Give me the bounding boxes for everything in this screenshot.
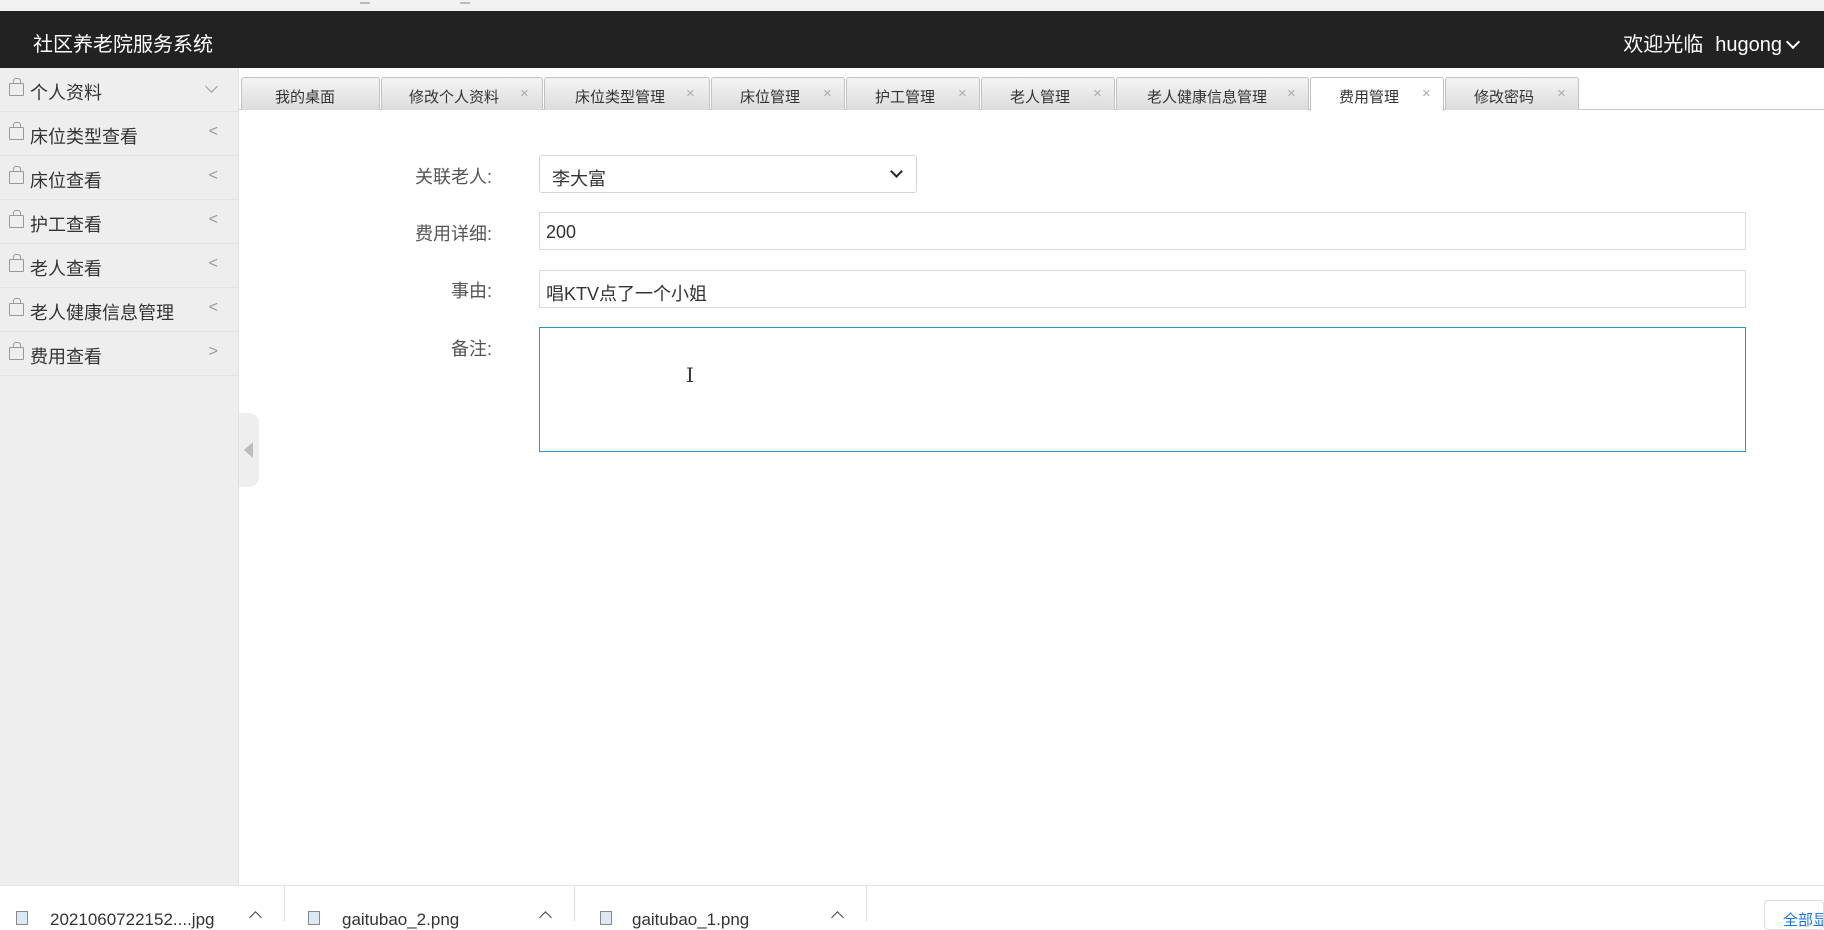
- bag-icon: [9, 254, 24, 272]
- download-filename: 2021060722152....jpg: [50, 910, 215, 929]
- sidebar-item-elder[interactable]: 老人查看 <: [0, 244, 238, 288]
- sidebar-item-bed-type[interactable]: 床位类型查看 <: [0, 112, 238, 156]
- chevron-up-icon[interactable]: [249, 911, 262, 924]
- chevron-down-icon: [205, 80, 218, 93]
- chevron-up-icon[interactable]: [831, 911, 844, 924]
- chevron-right-icon: >: [208, 343, 218, 360]
- top-strip-fragment: [460, 0, 470, 4]
- tab-health-manage[interactable]: 老人健康信息管理 ×: [1116, 77, 1309, 110]
- tab-bar: 我的桌面 修改个人资料 × 床位类型管理 × 床位管理 × 护工管理 × 老人管…: [239, 68, 1824, 111]
- app-header: 社区养老院服务系统 欢迎光临 hugong: [0, 11, 1824, 68]
- elder-select[interactable]: 李大富: [539, 155, 917, 193]
- close-icon[interactable]: ×: [823, 85, 832, 102]
- download-item[interactable]: 2021060722152....jpg: [0, 886, 285, 929]
- browser-top-strip: [0, 0, 1824, 11]
- bag-icon: [9, 298, 24, 316]
- download-filename: gaitubao_2.png: [342, 910, 460, 929]
- chevron-left-icon: <: [208, 167, 218, 184]
- sidebar-item-label: 费用查看: [30, 347, 102, 367]
- sidebar-item-health[interactable]: 老人健康信息管理 <: [0, 288, 238, 332]
- download-bar: 2021060722152....jpg gaitubao_2.png gait…: [0, 885, 1824, 930]
- username: hugong: [1715, 34, 1782, 56]
- welcome-text: 欢迎光临: [1623, 34, 1704, 56]
- close-icon[interactable]: ×: [1422, 85, 1431, 102]
- image-file-icon: [16, 911, 28, 925]
- tab-caregiver-manage[interactable]: 护工管理 ×: [846, 77, 980, 110]
- download-item[interactable]: gaitubao_1.png: [580, 886, 867, 929]
- fee-field-label: 费用详细:: [414, 224, 492, 244]
- reason-input[interactable]: 唱KTV点了一个小姐: [539, 270, 1746, 308]
- close-icon[interactable]: ×: [1287, 85, 1296, 102]
- sidebar-item-profile[interactable]: 个人资料: [0, 68, 238, 112]
- remark-textarea[interactable]: [539, 327, 1746, 452]
- tab-desktop[interactable]: 我的桌面: [241, 77, 380, 110]
- sidebar-item-label: 护工查看: [30, 215, 102, 235]
- text-cursor-icon: I: [686, 363, 694, 387]
- bag-icon: [9, 78, 24, 96]
- reason-value: 唱KTV点了一个小姐: [546, 284, 708, 304]
- reason-field-label: 事由:: [450, 281, 492, 301]
- chevron-left-icon: <: [208, 123, 218, 140]
- user-menu[interactable]: 欢迎光临 hugong: [1623, 28, 1801, 57]
- chevron-left-icon: <: [208, 255, 218, 272]
- close-icon[interactable]: ×: [1557, 85, 1566, 102]
- close-icon[interactable]: ×: [686, 85, 695, 102]
- tab-edit-profile[interactable]: 修改个人资料 ×: [381, 77, 543, 110]
- bag-icon: [9, 122, 24, 140]
- sidebar-item-bed[interactable]: 床位查看 <: [0, 156, 238, 200]
- sidebar-item-label: 床位类型查看: [30, 127, 138, 147]
- elder-field-label: 关联老人:: [414, 167, 492, 187]
- show-all-downloads-button[interactable]: 全部显示: [1764, 900, 1824, 930]
- close-icon[interactable]: ×: [958, 85, 967, 102]
- bag-icon: [9, 166, 24, 184]
- chevron-left-icon: <: [208, 211, 218, 228]
- sidebar-item-label: 床位查看: [30, 171, 102, 191]
- sidebar-item-label: 老人健康信息管理: [30, 303, 174, 323]
- download-filename: gaitubao_1.png: [632, 910, 750, 929]
- tab-elder-manage[interactable]: 老人管理 ×: [981, 77, 1115, 110]
- triangle-left-icon: [244, 442, 253, 458]
- tab-bed-manage[interactable]: 床位管理 ×: [711, 77, 845, 110]
- sidebar-item-label: 老人查看: [30, 259, 102, 279]
- bag-icon: [9, 210, 24, 228]
- tab-change-password[interactable]: 修改密码 ×: [1445, 77, 1579, 110]
- tab-fee-manage[interactable]: 费用管理 ×: [1310, 77, 1444, 111]
- tab-bed-type-manage[interactable]: 床位类型管理 ×: [544, 77, 710, 110]
- image-file-icon: [308, 911, 320, 925]
- chevron-up-icon[interactable]: [539, 911, 552, 924]
- fee-detail-value: 200: [546, 222, 577, 242]
- close-icon[interactable]: ×: [520, 85, 529, 102]
- sidebar: 个人资料 床位类型查看 < 床位查看 < 护工查看 < 老人查看 < 老人健康信…: [0, 68, 239, 885]
- bag-icon: [9, 342, 24, 360]
- tab-label: 老人健康信息管理: [1147, 89, 1268, 106]
- sidebar-item-fee[interactable]: 费用查看 >: [0, 332, 238, 376]
- fee-detail-input[interactable]: 200: [539, 212, 1746, 250]
- close-icon[interactable]: ×: [1093, 85, 1102, 102]
- sidebar-item-label: 个人资料: [30, 83, 102, 103]
- sidebar-item-caregiver[interactable]: 护工查看 <: [0, 200, 238, 244]
- top-strip-fragment: [360, 0, 370, 4]
- image-file-icon: [600, 911, 612, 925]
- chevron-down-icon: [1785, 34, 1801, 50]
- app-title: 社区养老院服务系统: [33, 34, 213, 56]
- chevron-down-icon: [890, 165, 903, 178]
- download-item[interactable]: gaitubao_2.png: [290, 886, 575, 929]
- elder-select-value: 李大富: [552, 169, 606, 189]
- tab-label: 我的桌面: [275, 89, 336, 106]
- remark-field-label: 备注:: [450, 339, 492, 359]
- chevron-left-icon: <: [208, 299, 218, 316]
- sidebar-collapse-button[interactable]: [239, 413, 259, 487]
